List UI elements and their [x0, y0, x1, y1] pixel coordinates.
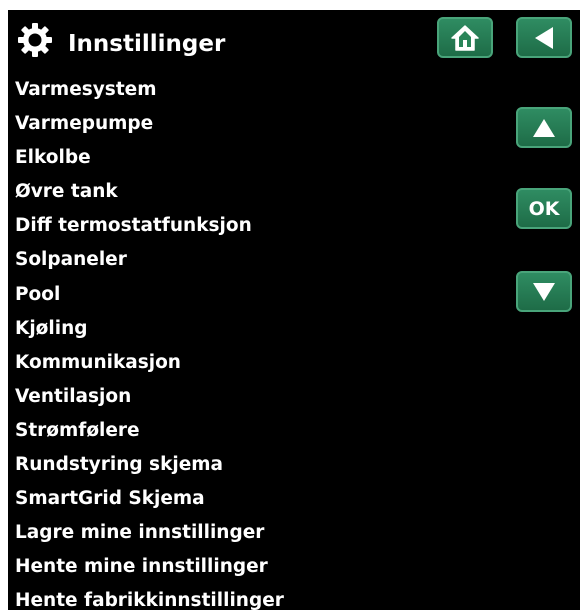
menu-item-diff-termostatfunksjon[interactable]: Diff termostatfunksjon: [15, 214, 284, 248]
menu-item-elkolbe[interactable]: Elkolbe: [15, 146, 284, 180]
menu-item-hente-fabrikkinnstillinger[interactable]: Hente fabrikkinnstillinger: [15, 589, 284, 610]
menu-item-kommunikasjon[interactable]: Kommunikasjon: [15, 351, 284, 385]
menu-item-ovre-tank[interactable]: Øvre tank: [15, 180, 284, 214]
scroll-down-button[interactable]: [516, 271, 572, 312]
menu-item-varmesystem[interactable]: Varmesystem: [15, 78, 284, 112]
menu-item-kjoling[interactable]: Kjøling: [15, 317, 284, 351]
home-button[interactable]: [437, 17, 493, 58]
menu-item-hente-mine-innstillinger[interactable]: Hente mine innstillinger: [15, 555, 284, 589]
menu-item-solpaneler[interactable]: Solpaneler: [15, 248, 284, 282]
header: Innstillinger: [8, 10, 580, 80]
settings-screen: Innstillinger OK Varmesystem Varmepumpe …: [8, 10, 580, 610]
back-arrow-icon: [535, 26, 553, 49]
menu-item-rundstyring-skjema[interactable]: Rundstyring skjema: [15, 453, 284, 487]
menu-item-stromfolere[interactable]: Strømfølere: [15, 419, 284, 453]
page-title: Innstillinger: [68, 31, 226, 57]
up-arrow-icon: [533, 118, 555, 137]
down-arrow-icon: [533, 282, 555, 301]
gear-icon: [18, 23, 52, 57]
menu-item-pool[interactable]: Pool: [15, 283, 284, 317]
menu-item-lagre-mine-innstillinger[interactable]: Lagre mine innstillinger: [15, 521, 284, 555]
ok-button[interactable]: OK: [516, 188, 572, 229]
menu-item-varmepumpe[interactable]: Varmepumpe: [15, 112, 284, 146]
settings-menu: Varmesystem Varmepumpe Elkolbe Øvre tank…: [15, 78, 284, 610]
back-button[interactable]: [516, 17, 572, 58]
menu-item-ventilasjon[interactable]: Ventilasjon: [15, 385, 284, 419]
scroll-up-button[interactable]: [516, 107, 572, 148]
home-icon: [451, 24, 479, 51]
menu-item-smartgrid-skjema[interactable]: SmartGrid Skjema: [15, 487, 284, 521]
